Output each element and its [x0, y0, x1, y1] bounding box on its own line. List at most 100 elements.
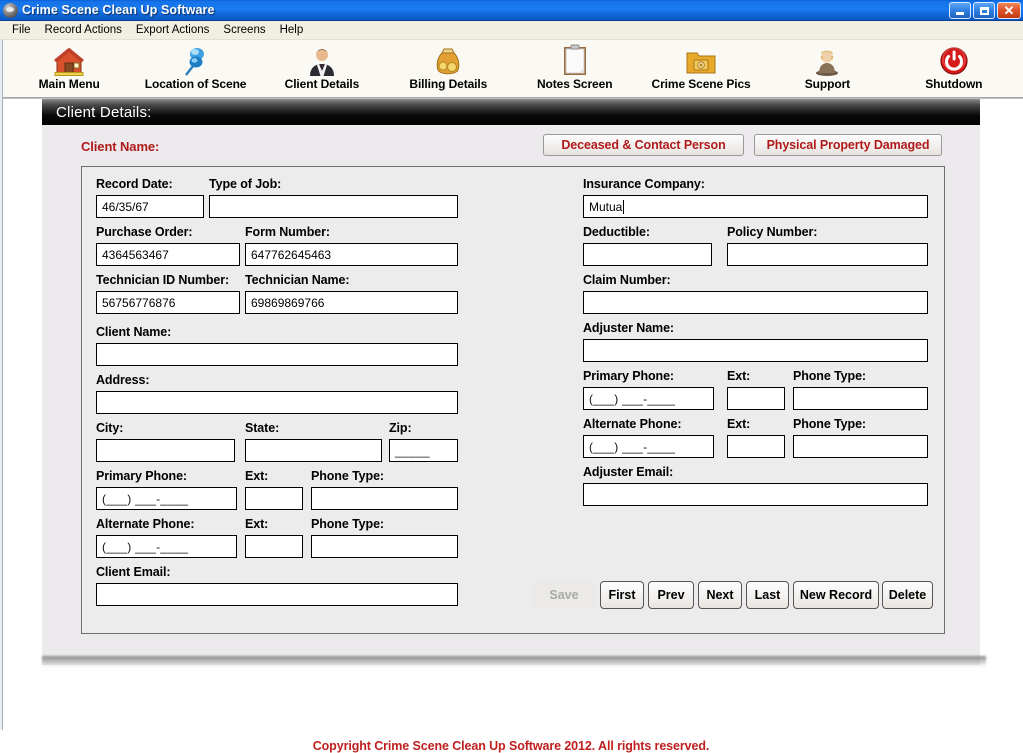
next-button[interactable]: Next [698, 581, 742, 609]
toolbar-label: Location of Scene [144, 77, 247, 91]
toolbar-label: Shutdown [925, 77, 983, 91]
toolbar-label: Billing Details [409, 77, 488, 91]
city-label: City: [96, 421, 124, 435]
toolbar-item-notes-screen[interactable]: Notes Screen [516, 40, 634, 91]
menu-item-record-actions[interactable]: Record Actions [38, 22, 129, 38]
deductible-input[interactable] [583, 243, 712, 266]
zip-label: Zip: [389, 421, 412, 435]
save-button[interactable]: Save [533, 581, 595, 609]
menu-item-help[interactable]: Help [273, 22, 311, 38]
last-button[interactable]: Last [746, 581, 789, 609]
adjuster-name-label: Adjuster Name: [583, 321, 674, 335]
policy-number-input[interactable] [727, 243, 928, 266]
type-of-job-label: Type of Job: [209, 177, 282, 191]
adjuster-primary-phone-type-input[interactable] [793, 387, 928, 410]
delete-button[interactable]: Delete [882, 581, 933, 609]
adjuster-primary-phone-input[interactable]: (___) ___-____ [583, 387, 714, 410]
adjuster-primary-phone-type-label: Phone Type: [793, 369, 866, 383]
primary-phone-type-input[interactable] [311, 487, 458, 510]
main-toolbar: Main Menu Location of Scene Client Detai [0, 40, 1023, 99]
money-bag-icon [432, 43, 464, 76]
adjuster-email-input[interactable] [583, 483, 928, 506]
alternate-phone-type-input[interactable] [311, 535, 458, 558]
copyright-notice: Copyright Crime Scene Clean Up Software … [312, 739, 710, 753]
form-number-input[interactable]: 647762645463 [245, 243, 458, 266]
city-input[interactable] [96, 439, 235, 462]
alternate-ext-input[interactable] [245, 535, 303, 558]
claim-number-label: Claim Number: [583, 273, 671, 287]
technician-id-input[interactable]: 56756776876 [96, 291, 240, 314]
address-label: Address: [96, 373, 150, 387]
primary-phone-input[interactable]: (___) ___-____ [96, 487, 237, 510]
toolbar-label: Crime Scene Pics [651, 77, 751, 91]
first-button[interactable]: First [600, 581, 644, 609]
panel-shadow [42, 656, 986, 668]
client-name-input[interactable] [96, 343, 458, 366]
toolbar-item-billing-details[interactable]: Billing Details [389, 40, 507, 91]
adjuster-alternate-phone-input[interactable]: (___) ___-____ [583, 435, 714, 458]
new-record-button[interactable]: New Record [793, 581, 879, 609]
purchase-order-label: Purchase Order: [96, 225, 193, 239]
technician-name-input[interactable]: 69869869766 [245, 291, 458, 314]
section-header-bar: Client Details: [42, 99, 980, 125]
technician-id-label: Technician ID Number: [96, 273, 230, 287]
state-label: State: [245, 421, 280, 435]
technician-name-label: Technician Name: [245, 273, 350, 287]
alternate-phone-input[interactable]: (___) ___-____ [96, 535, 237, 558]
prev-button[interactable]: Prev [648, 581, 694, 609]
photo-folder-icon [685, 43, 717, 76]
adjuster-email-label: Adjuster Email: [583, 465, 674, 479]
window-title: Crime Scene Clean Up Software [22, 3, 215, 17]
toolbar-item-main-menu[interactable]: Main Menu [10, 40, 128, 91]
window-controls: ✕ [949, 2, 1021, 19]
toolbar-label: Main Menu [38, 77, 100, 91]
support-person-icon [812, 43, 842, 76]
page-title: Client Details: [56, 103, 152, 121]
close-icon[interactable]: ✕ [997, 2, 1021, 19]
adjuster-alternate-ext-input[interactable] [727, 435, 785, 458]
businessman-icon [307, 43, 337, 76]
physical-property-damaged-button[interactable]: Physical Property Damaged [754, 134, 942, 156]
record-date-label: Record Date: [96, 177, 173, 191]
minimize-icon[interactable] [949, 2, 971, 19]
map-pin-icon [180, 43, 212, 76]
purchase-order-input[interactable]: 4364563467 [96, 243, 240, 266]
record-date-input[interactable]: 46/35/67 [96, 195, 204, 218]
menu-item-screens[interactable]: Screens [216, 22, 272, 38]
app-globe-icon [3, 2, 18, 18]
toolbar-item-crime-scene-pics[interactable]: Crime Scene Pics [642, 40, 760, 91]
alternate-ext-label: Ext: [245, 517, 269, 531]
claim-number-input[interactable] [583, 291, 928, 314]
menu-item-file[interactable]: File [5, 22, 38, 38]
text-cursor [623, 199, 625, 214]
address-input[interactable] [96, 391, 458, 414]
toolbar-label: Notes Screen [536, 77, 613, 91]
maximize-icon[interactable] [973, 2, 995, 19]
deceased-contact-person-button[interactable]: Deceased & Contact Person [543, 134, 744, 156]
toolbar-label: Client Details [284, 77, 360, 91]
type-of-job-input[interactable] [209, 195, 458, 218]
zip-input[interactable]: _____ [389, 439, 458, 462]
adjuster-alternate-phone-label: Alternate Phone: [583, 417, 682, 431]
menubar: File Record Actions Export Actions Scree… [0, 21, 1023, 40]
toolbar-item-support[interactable]: Support [768, 40, 886, 91]
adjuster-primary-phone-label: Primary Phone: [583, 369, 674, 383]
client-email-input[interactable] [96, 583, 458, 606]
primary-phone-label: Primary Phone: [96, 469, 187, 483]
alternate-phone-type-label: Phone Type: [311, 517, 384, 531]
adjuster-primary-ext-input[interactable] [727, 387, 785, 410]
adjuster-name-input[interactable] [583, 339, 928, 362]
toolbar-item-shutdown[interactable]: Shutdown [895, 40, 1013, 91]
toolbar-item-location-of-scene[interactable]: Location of Scene [137, 40, 255, 91]
primary-ext-label: Ext: [245, 469, 269, 483]
primary-ext-input[interactable] [245, 487, 303, 510]
adjuster-primary-ext-label: Ext: [727, 369, 751, 383]
policy-number-label: Policy Number: [727, 225, 818, 239]
adjuster-alternate-phone-type-input[interactable] [793, 435, 928, 458]
state-input[interactable] [245, 439, 382, 462]
alternate-phone-label: Alternate Phone: [96, 517, 195, 531]
menu-item-export-actions[interactable]: Export Actions [129, 22, 217, 38]
toolbar-item-client-details[interactable]: Client Details [263, 40, 381, 91]
clipboard-icon [562, 43, 588, 76]
insurance-company-input[interactable]: Mutua [583, 195, 928, 218]
